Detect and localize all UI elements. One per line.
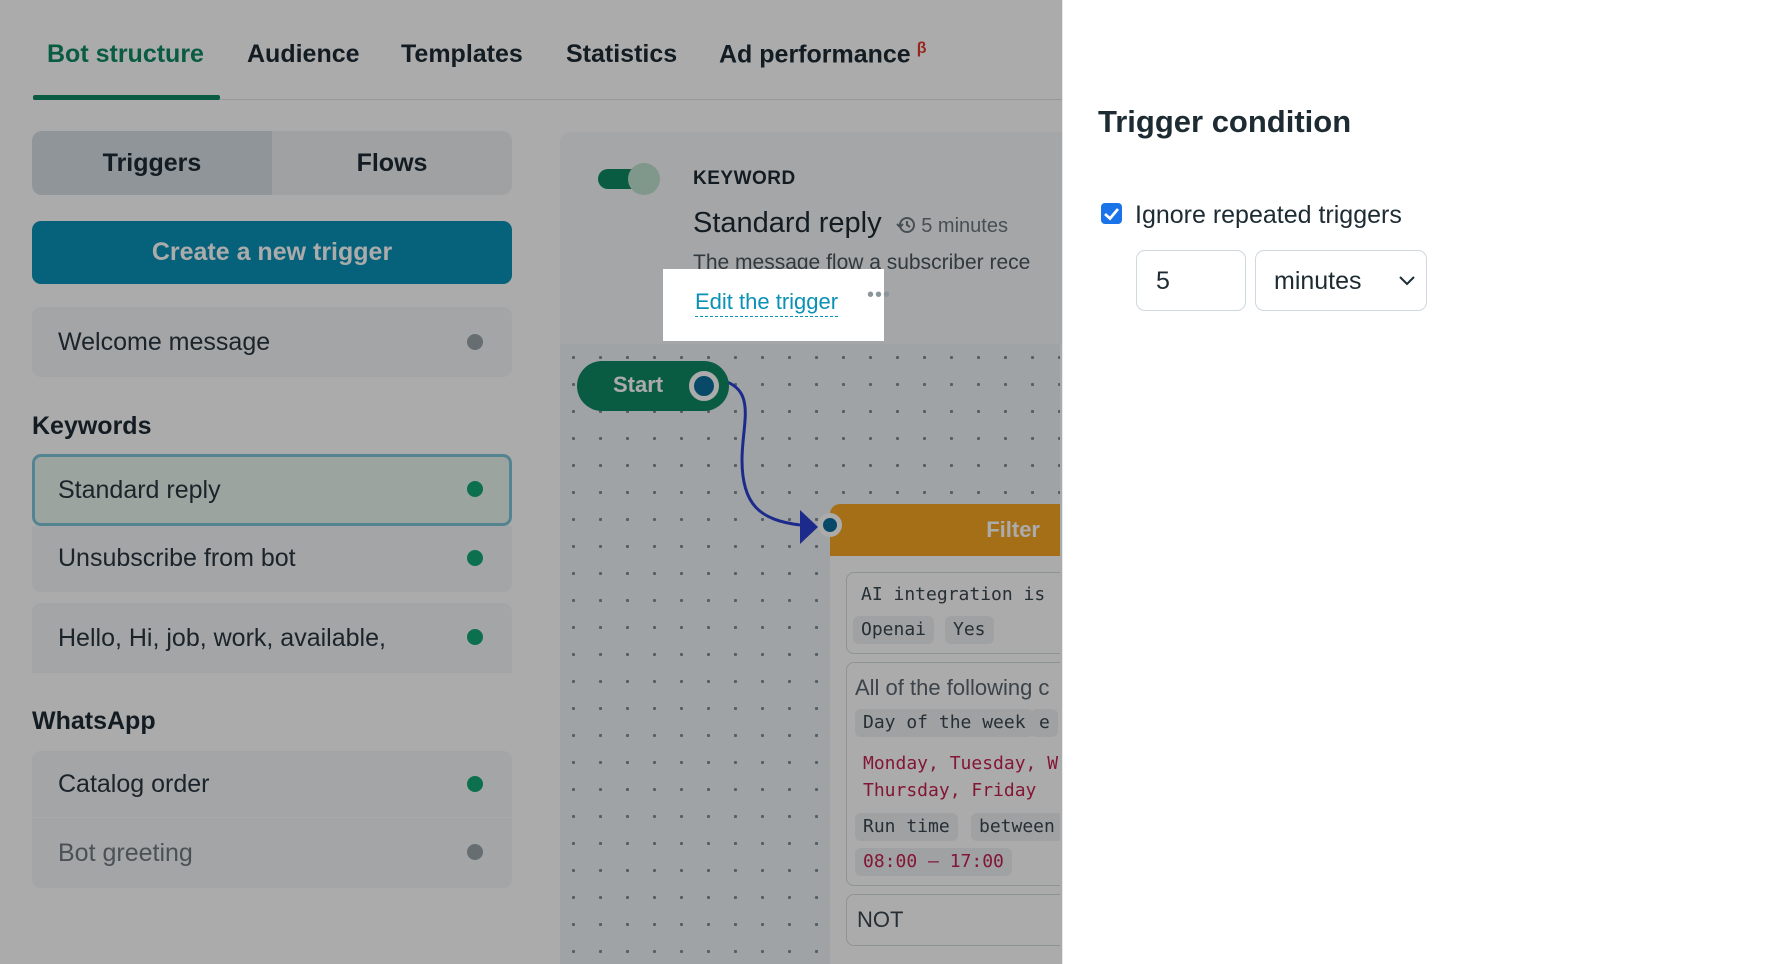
more-options-icon[interactable]: ••• xyxy=(867,284,891,307)
ignore-repeated-checkbox[interactable] xyxy=(1101,203,1122,224)
interval-unit-select[interactable]: minutes xyxy=(1255,250,1427,311)
interval-value: 5 xyxy=(1156,267,1170,295)
interval-unit-value: minutes xyxy=(1274,267,1362,295)
trigger-condition-panel: Trigger condition Ignore repeated trigge… xyxy=(1062,0,1790,964)
edit-trigger-link[interactable]: Edit the trigger xyxy=(695,289,839,317)
condition-settings: Ignore repeated triggers 5 minutes xyxy=(1069,157,1561,389)
checkmark-icon xyxy=(1104,208,1120,221)
chevron-down-icon xyxy=(1399,276,1415,286)
ignore-repeated-label: Ignore repeated triggers xyxy=(1135,201,1402,229)
panel-title: Trigger condition xyxy=(1098,104,1352,139)
edit-trigger-spotlight: Edit the trigger ••• xyxy=(663,269,890,341)
interval-input[interactable]: 5 xyxy=(1136,250,1246,311)
